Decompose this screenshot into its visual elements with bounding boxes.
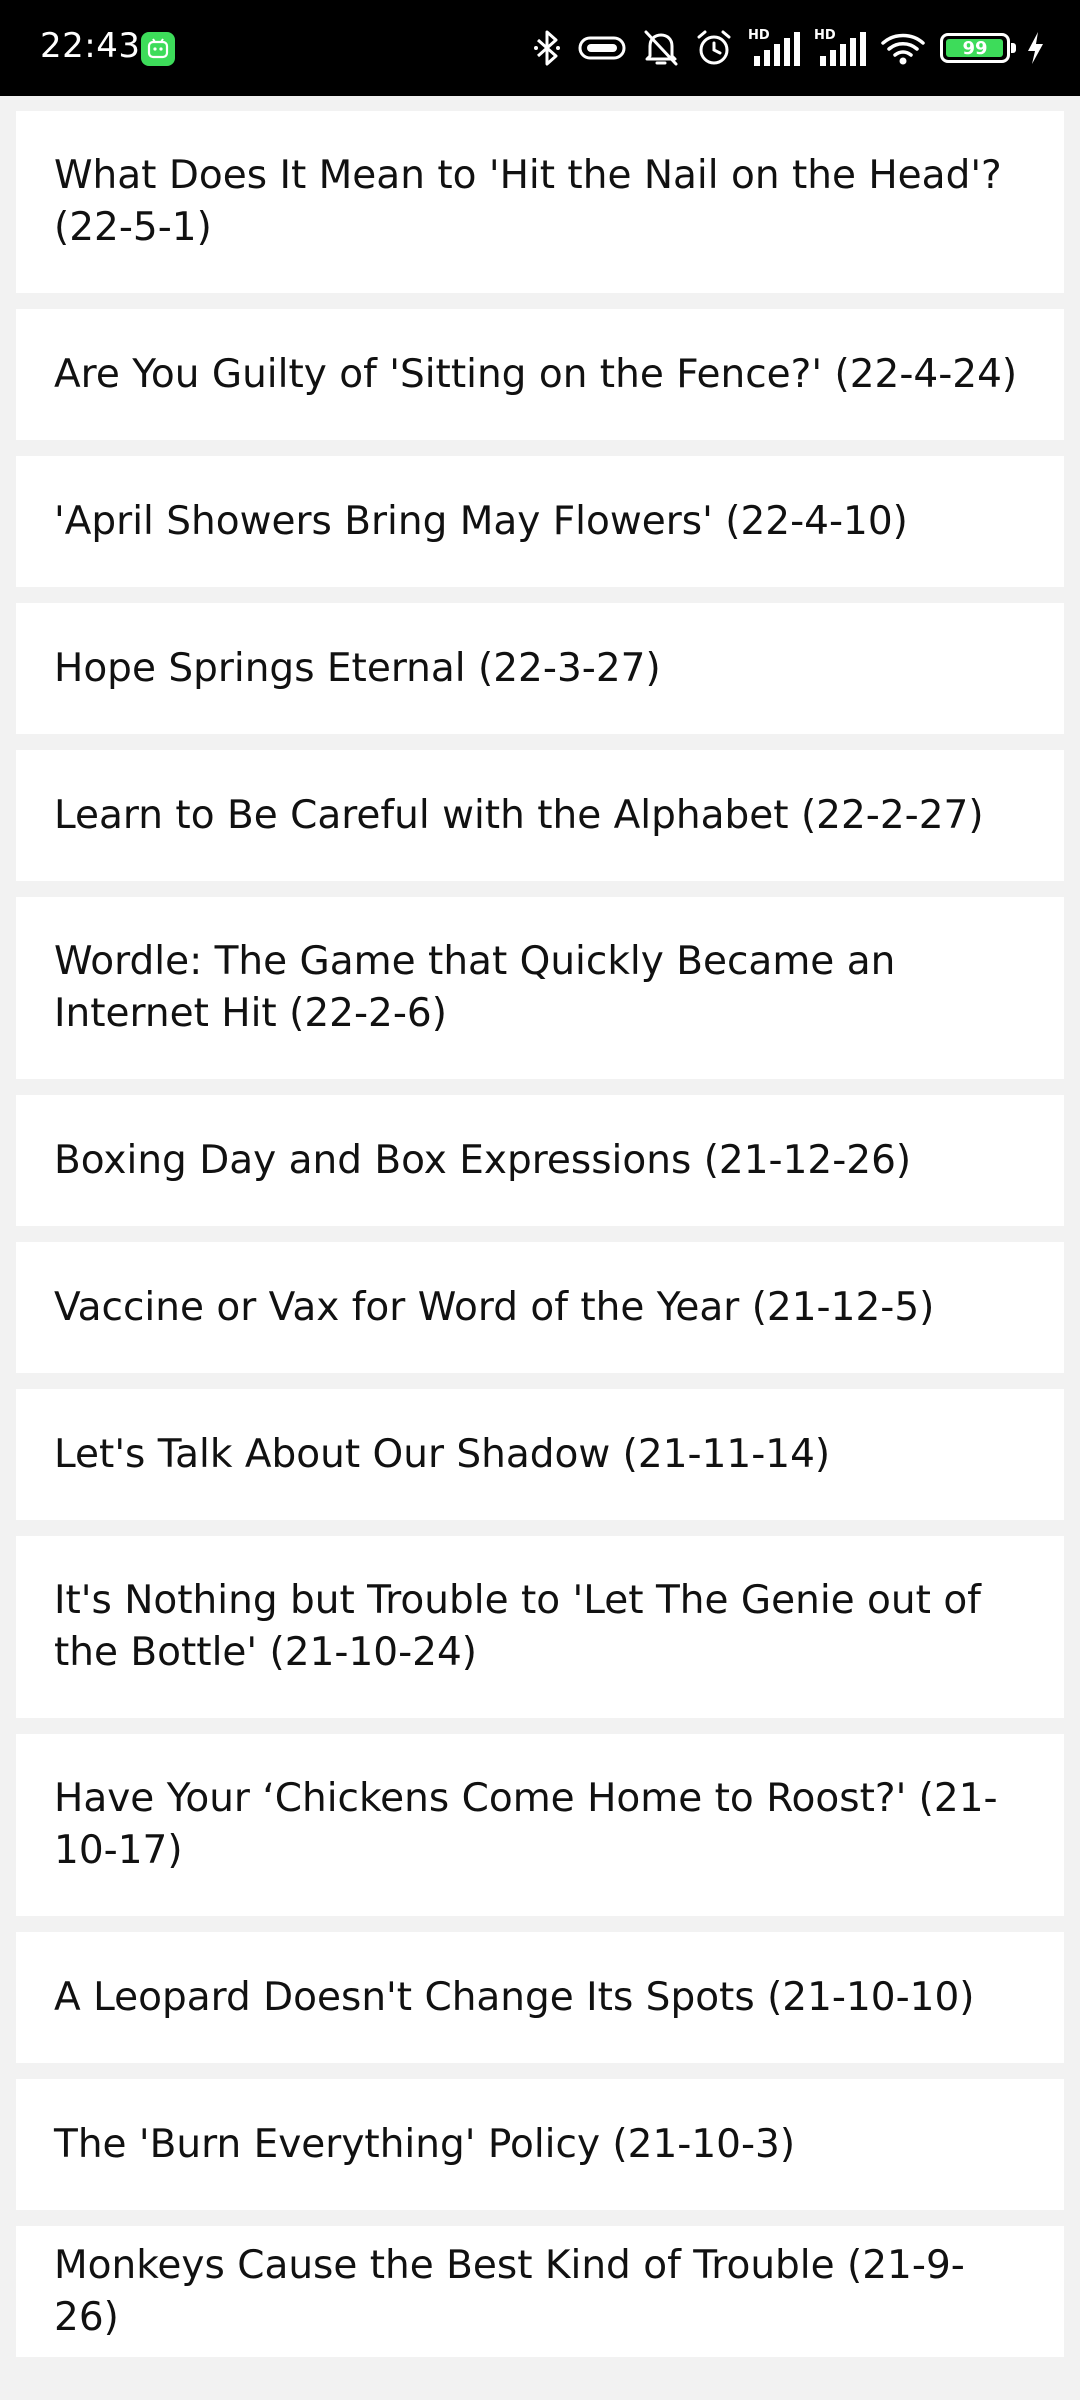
- hd-signal-icon: HD: [748, 28, 800, 68]
- article-title: Are You Guilty of 'Sitting on the Fence?…: [54, 351, 1018, 397]
- mute-icon: [644, 30, 678, 66]
- battery-percentage: 99: [962, 37, 988, 59]
- charging-icon: [1028, 32, 1043, 64]
- article-item[interactable]: Boxing Day and Box Expressions (21-12-26…: [16, 1095, 1064, 1226]
- article-item[interactable]: Are You Guilty of 'Sitting on the Fence?…: [16, 309, 1064, 440]
- notification-app-icon: [141, 32, 175, 66]
- article-title: It's Nothing but Trouble to 'Let The Gen…: [54, 1578, 981, 1675]
- article-item[interactable]: A Leopard Doesn't Change Its Spots (21-1…: [16, 1932, 1064, 2063]
- battery-nub: [1011, 43, 1016, 53]
- article-item[interactable]: Let's Talk About Our Shadow (21-11-14): [16, 1389, 1064, 1520]
- article-title: Let's Talk About Our Shadow (21-11-14): [54, 1431, 831, 1477]
- article-title: Boxing Day and Box Expressions (21-12-26…: [54, 1137, 912, 1183]
- article-item[interactable]: Monkeys Cause the Best Kind of Trouble (…: [16, 2226, 1064, 2357]
- status-time: 22:43: [40, 26, 141, 66]
- article-item[interactable]: Have Your ‘Chickens Come Home to Roost?'…: [16, 1734, 1064, 1916]
- article-title: Monkeys Cause the Best Kind of Trouble (…: [54, 2242, 965, 2340]
- article-item[interactable]: Learn to Be Careful with the Alphabet (2…: [16, 750, 1064, 881]
- article-item[interactable]: 'April Showers Bring May Flowers' (22-4-…: [16, 456, 1064, 587]
- article-item[interactable]: Wordle: The Game that Quickly Became an …: [16, 897, 1064, 1079]
- article-title: Vaccine or Vax for Word of the Year (21-…: [54, 1284, 935, 1330]
- article-title: What Does It Mean to 'Hit the Nail on th…: [54, 153, 1002, 250]
- article-title: 'April Showers Bring May Flowers' (22-4-…: [54, 498, 908, 544]
- article-item[interactable]: Vaccine or Vax for Word of the Year (21-…: [16, 1242, 1064, 1373]
- article-title: Wordle: The Game that Quickly Became an …: [54, 939, 896, 1036]
- article-title: A Leopard Doesn't Change Its Spots (21-1…: [54, 1974, 975, 2020]
- battery-icon: 99: [940, 33, 1016, 63]
- article-item[interactable]: It's Nothing but Trouble to 'Let The Gen…: [16, 1536, 1064, 1718]
- article-item[interactable]: Hope Springs Eternal (22-3-27): [16, 603, 1064, 734]
- article-item[interactable]: The 'Burn Everything' Policy (21-10-3): [16, 2079, 1064, 2210]
- article-title: Have Your ‘Chickens Come Home to Roost?'…: [54, 1776, 998, 1873]
- wifi-icon: [881, 33, 925, 65]
- hd-signal-icon: HD: [814, 28, 866, 68]
- bluetooth-icon: [534, 30, 560, 66]
- article-title: Hope Springs Eternal (22-3-27): [54, 645, 661, 691]
- article-title: The 'Burn Everything' Policy (21-10-3): [54, 2121, 796, 2167]
- article-item[interactable]: What Does It Mean to 'Hit the Nail on th…: [16, 111, 1064, 293]
- article-list: What Does It Mean to 'Hit the Nail on th…: [16, 111, 1064, 2373]
- vibrate-icon: [578, 36, 626, 60]
- article-title: Learn to Be Careful with the Alphabet (2…: [54, 792, 984, 838]
- status-bar: 22:43 HD HD 99: [0, 0, 1080, 96]
- status-icons: HD HD 99: [532, 24, 1046, 72]
- alarm-icon: [697, 30, 731, 65]
